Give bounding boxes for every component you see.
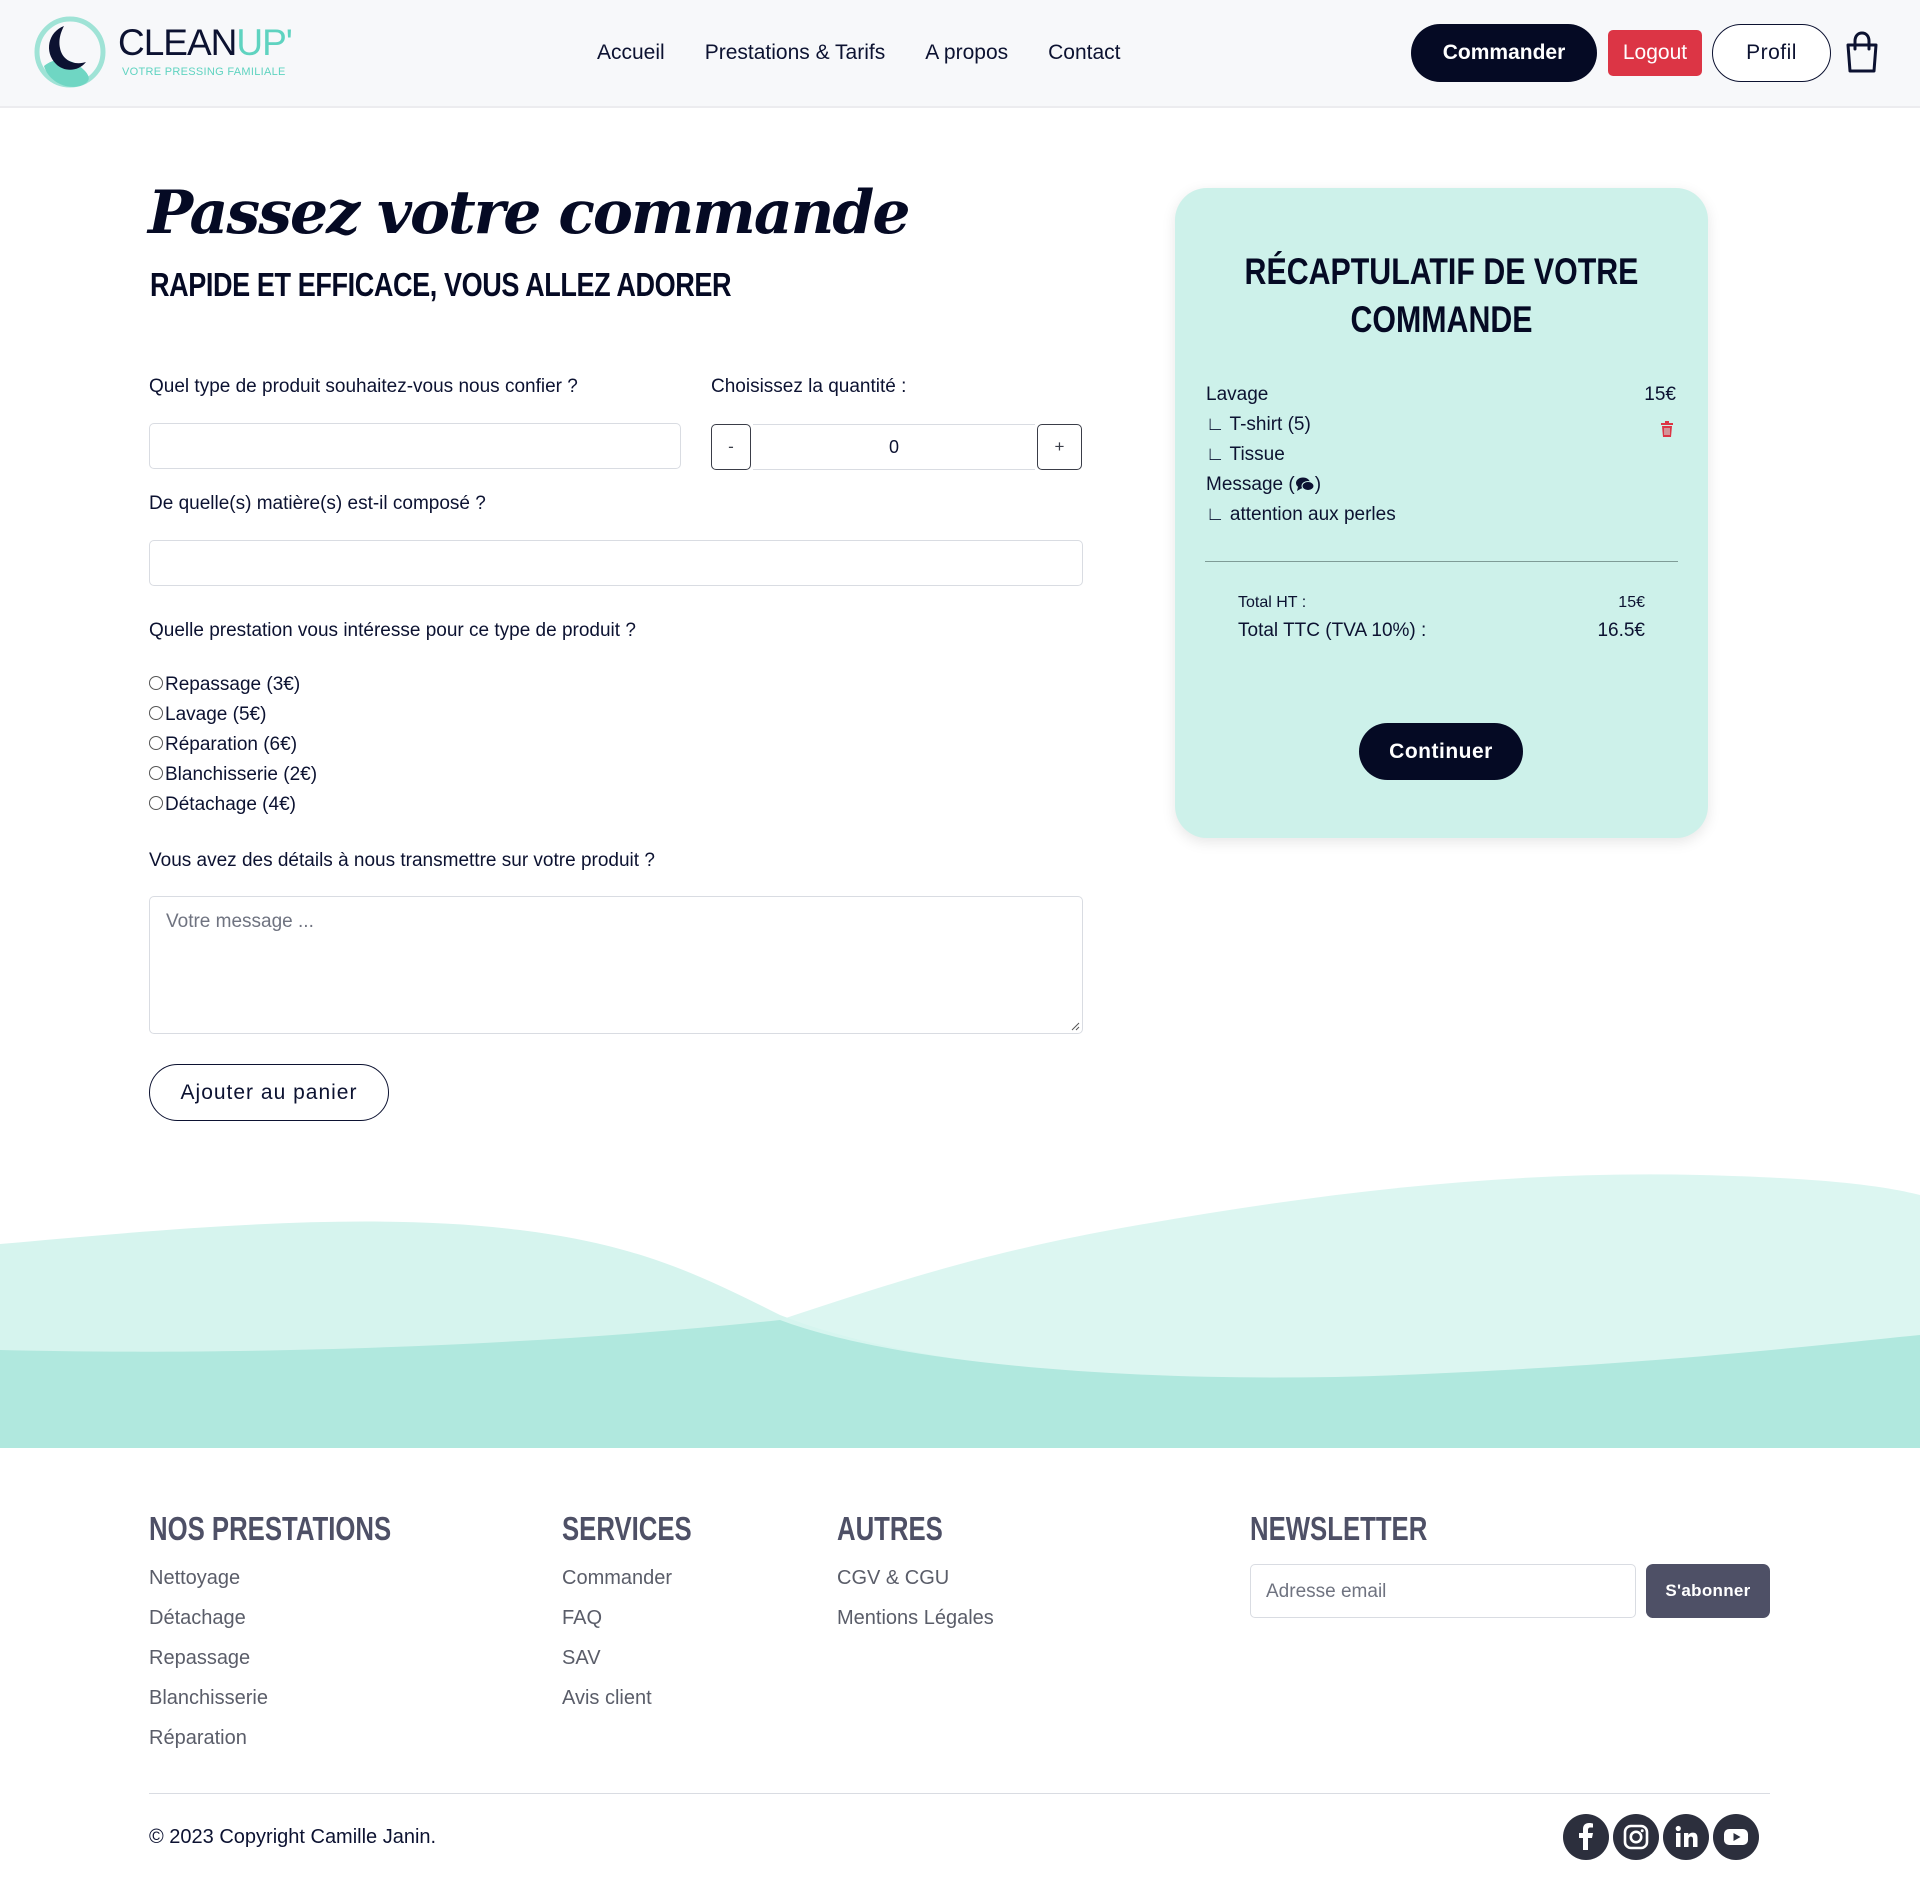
footer-link-cgv[interactable]: CGV & CGU [837, 1558, 994, 1598]
instagram-icon[interactable] [1613, 1814, 1659, 1860]
brand-name: CLEANUP' [118, 22, 293, 64]
product-type-label: Quel type de produit souhaitez-vous nous… [149, 376, 578, 397]
service-option-label: Lavage (5€) [165, 704, 267, 725]
nav-link-contact[interactable]: Contact [1048, 41, 1120, 65]
material-input[interactable] [149, 540, 1083, 586]
footer-link-repassage[interactable]: Repassage [149, 1638, 268, 1678]
service-option-repassage[interactable]: Repassage (3€) [149, 670, 317, 700]
details-textarea[interactable]: Votre message ... [149, 896, 1083, 1034]
page-subtitle: RAPIDE ET EFFICACE, VOUS ALLEZ ADORER [150, 266, 732, 303]
footer-link-avis-client[interactable]: Avis client [562, 1678, 672, 1718]
brand-tagline: VOTRE PRESSING FAMILIALE [122, 66, 286, 78]
continue-button[interactable]: Continuer [1359, 723, 1523, 780]
footer-prestations-list: Nettoyage Détachage Repassage Blanchisse… [149, 1558, 268, 1758]
trash-icon[interactable] [1660, 421, 1674, 437]
quantity-decrease-button[interactable]: - [711, 424, 751, 470]
shopping-bag-icon[interactable] [1844, 31, 1880, 73]
radio-button[interactable] [149, 766, 163, 780]
footer-link-nettoyage[interactable]: Nettoyage [149, 1558, 268, 1598]
service-option-detachage[interactable]: Détachage (4€) [149, 790, 317, 820]
quantity-label: Choisissez la quantité : [711, 376, 907, 397]
summary-item-line: ∟ T-shirt (5) [1206, 414, 1311, 435]
footer-link-commander[interactable]: Commander [562, 1558, 672, 1598]
service-radio-group: Repassage (3€) Lavage (5€) Réparation (6… [149, 670, 317, 820]
total-ht-label: Total HT : [1238, 594, 1307, 611]
footer-services-title: SERVICES [562, 1510, 692, 1547]
radio-button[interactable] [149, 736, 163, 750]
service-label: Quelle prestation vous intéresse pour ce… [149, 620, 636, 641]
material-label: De quelle(s) matière(s) est-il composé ? [149, 493, 486, 514]
summary-message-row: Message ( ) [1206, 474, 1321, 496]
summary-material-line: ∟ Tissue [1206, 444, 1285, 465]
footer-link-detachage[interactable]: Détachage [149, 1598, 268, 1638]
chat-bubbles-icon [1295, 477, 1315, 491]
radio-button[interactable] [149, 676, 163, 690]
summary-service-price: 15€ [1644, 384, 1676, 405]
footer-link-blanchisserie[interactable]: Blanchisserie [149, 1678, 268, 1718]
footer-link-faq[interactable]: FAQ [562, 1598, 672, 1638]
service-option-blanchisserie[interactable]: Blanchisserie (2€) [149, 760, 317, 790]
resize-grip-icon[interactable] [1070, 1021, 1080, 1031]
nav-link-prestations[interactable]: Prestations & Tarifs [705, 41, 886, 65]
radio-button[interactable] [149, 796, 163, 810]
service-option-label: Réparation (6€) [165, 734, 298, 755]
summary-message-text: ∟ attention aux perles [1206, 504, 1396, 525]
footer-autres-title: AUTRES [837, 1510, 943, 1547]
decorative-waves [0, 1174, 1920, 1450]
footer-prestations-title: NOS PRESTATIONS [149, 1510, 392, 1547]
main-nav: Accueil Prestations & Tarifs A propos Co… [597, 0, 1121, 106]
subscribe-button[interactable]: S'abonner [1646, 1564, 1770, 1618]
footer-newsletter-title: NEWSLETTER [1250, 1510, 1428, 1547]
summary-message-close: ) [1314, 474, 1322, 495]
footer-link-mentions-legales[interactable]: Mentions Légales [837, 1598, 994, 1638]
nav-link-a-propos[interactable]: A propos [925, 41, 1008, 65]
details-placeholder: Votre message ... [166, 911, 314, 932]
nav-link-accueil[interactable]: Accueil [597, 41, 665, 65]
total-ttc-value: 16.5€ [1597, 620, 1645, 641]
linkedin-icon[interactable] [1663, 1814, 1709, 1860]
commander-button[interactable]: Commander [1411, 24, 1597, 82]
brand-name-accent: UP' [236, 22, 292, 63]
footer-services-list: Commander FAQ SAV Avis client [562, 1558, 672, 1718]
radio-button[interactable] [149, 706, 163, 720]
logo-mark-icon [34, 16, 106, 88]
service-option-label: Blanchisserie (2€) [165, 764, 318, 785]
site-footer: NOS PRESTATIONS Nettoyage Détachage Repa… [0, 1448, 1920, 1904]
youtube-icon[interactable] [1713, 1814, 1759, 1860]
site-header: CLEANUP' VOTRE PRESSING FAMILIALE Accuei… [0, 0, 1920, 108]
brand-logo[interactable]: CLEANUP' VOTRE PRESSING FAMILIALE [34, 16, 294, 92]
quantity-increase-button[interactable]: + [1037, 424, 1082, 470]
service-option-label: Repassage (3€) [165, 674, 301, 695]
summary-message-label: Message ( [1206, 474, 1295, 495]
total-ht-value: 15€ [1618, 594, 1645, 611]
email-placeholder: Adresse email [1266, 1581, 1387, 1602]
service-option-lavage[interactable]: Lavage (5€) [149, 700, 317, 730]
footer-autres-list: CGV & CGU Mentions Légales [837, 1558, 994, 1638]
logout-button[interactable]: Logout [1608, 30, 1702, 76]
summary-title: RÉCAPTULATIF DE VOTRE COMMANDE [1244, 251, 1639, 340]
copyright-text: © 2023 Copyright Camille Janin. [149, 1826, 437, 1848]
summary-service-name: Lavage [1206, 384, 1269, 405]
service-option-reparation[interactable]: Réparation (6€) [149, 730, 317, 760]
profil-button[interactable]: Profil [1712, 24, 1831, 82]
footer-link-reparation[interactable]: Réparation [149, 1718, 268, 1758]
order-summary-card: RÉCAPTULATIF DE VOTRE COMMANDE Lavage 15… [1175, 188, 1708, 838]
product-type-input[interactable] [149, 423, 681, 469]
summary-divider [1205, 561, 1678, 562]
page-title: Passez votre commande [148, 178, 910, 248]
brand-name-main: CLEAN [118, 22, 237, 63]
total-ttc-label: Total TTC (TVA 10%) : [1238, 620, 1427, 641]
add-to-cart-button[interactable]: Ajouter au panier [149, 1064, 389, 1121]
details-label: Vous avez des détails à nous transmettre… [149, 850, 655, 871]
service-option-label: Détachage (4€) [165, 794, 296, 815]
newsletter-email-input[interactable]: Adresse email [1250, 1564, 1636, 1618]
footer-link-sav[interactable]: SAV [562, 1638, 672, 1678]
quantity-input[interactable]: 0 [753, 424, 1035, 470]
footer-divider [149, 1793, 1770, 1794]
facebook-icon[interactable] [1563, 1814, 1609, 1860]
